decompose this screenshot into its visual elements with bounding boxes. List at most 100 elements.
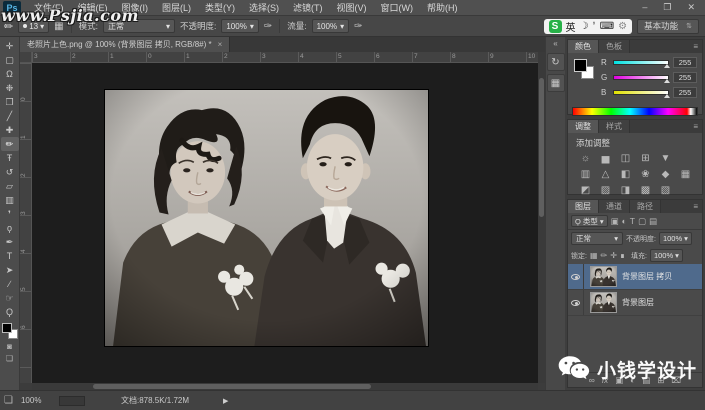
- layer-name[interactable]: 背景图层: [622, 297, 654, 308]
- panel-menu-icon[interactable]: ≡: [689, 200, 702, 213]
- threshold-icon[interactable]: ◨: [618, 184, 633, 197]
- tool-pen[interactable]: ✒: [1, 235, 19, 249]
- lock-pixels-icon[interactable]: ✏: [601, 251, 608, 260]
- tool-lasso[interactable]: Ω: [1, 67, 19, 81]
- tab-paths[interactable]: 路径: [630, 200, 661, 213]
- lock-all-icon[interactable]: ∎: [620, 251, 625, 260]
- menu-filter[interactable]: 滤镜(T): [286, 1, 330, 14]
- ime-language-toggle[interactable]: 英: [566, 19, 576, 34]
- black-white-icon[interactable]: ◧: [618, 168, 633, 181]
- red-slider[interactable]: [613, 60, 670, 68]
- mini-bridge-icon[interactable]: ❏: [4, 395, 13, 406]
- red-value[interactable]: 255: [673, 57, 697, 68]
- tool-move[interactable]: ✛: [1, 39, 19, 53]
- layer-thumbnail[interactable]: [590, 266, 617, 287]
- tab-styles[interactable]: 样式: [599, 120, 630, 133]
- panel-menu-icon[interactable]: ≡: [689, 120, 702, 133]
- menu-select[interactable]: 选择(S): [242, 1, 286, 14]
- color-spectrum-ramp[interactable]: [572, 107, 698, 116]
- green-value[interactable]: 255: [673, 72, 697, 83]
- channel-mixer-icon[interactable]: ◆: [658, 168, 673, 181]
- levels-icon[interactable]: ▅: [598, 152, 613, 165]
- scrollbar-thumb[interactable]: [92, 384, 372, 389]
- color-swatches[interactable]: [1, 323, 18, 339]
- vertical-scrollbar[interactable]: [538, 52, 545, 383]
- layer-row-background[interactable]: 背景图层: [568, 290, 702, 316]
- tool-spot-healing[interactable]: ✚: [1, 123, 19, 137]
- menu-layer[interactable]: 图层(L): [155, 1, 198, 14]
- panel-color-swatches[interactable]: [574, 59, 594, 79]
- color-balance-icon[interactable]: △: [598, 168, 613, 181]
- workspace-switcher[interactable]: 基本功能 ⇅: [637, 18, 699, 34]
- tool-gradient[interactable]: ▥: [1, 193, 19, 207]
- vibrance-icon[interactable]: ▼: [658, 152, 673, 165]
- minimize-button[interactable]: –: [642, 2, 647, 13]
- layer-name[interactable]: 背景图层 拷贝: [622, 271, 672, 282]
- layer-blend-mode-select[interactable]: 正常 ▾: [571, 232, 623, 245]
- foreground-color-swatch[interactable]: [574, 59, 587, 72]
- airbrush-icon[interactable]: ✑: [354, 21, 362, 32]
- curves-icon[interactable]: ◫: [618, 152, 633, 165]
- filter-pixel-layers-icon[interactable]: ▣: [611, 216, 619, 227]
- lock-position-icon[interactable]: ✛: [610, 251, 617, 260]
- menu-view[interactable]: 视图(V): [330, 1, 374, 14]
- quick-mask-button[interactable]: ◙: [7, 342, 12, 351]
- tool-quick-selection[interactable]: ❉: [1, 81, 19, 95]
- status-scrubber[interactable]: [58, 395, 85, 406]
- ime-punctuation-icon[interactable]: ❜: [592, 21, 595, 32]
- tool-rect-marquee[interactable]: ▢: [1, 53, 19, 67]
- exposure-icon[interactable]: ⊞: [638, 152, 653, 165]
- tab-color[interactable]: 颜色: [568, 40, 599, 53]
- maximize-button[interactable]: ❐: [663, 2, 671, 13]
- photo-filter-icon[interactable]: ❀: [638, 168, 653, 181]
- tool-dodge[interactable]: ϙ: [1, 221, 19, 235]
- color-lookup-icon[interactable]: ▦: [678, 168, 693, 181]
- tab-layers[interactable]: 图层: [568, 200, 599, 213]
- close-button[interactable]: ✕: [687, 2, 695, 13]
- tool-history-brush[interactable]: ↺: [1, 165, 19, 179]
- visibility-toggle[interactable]: [568, 290, 584, 315]
- panel-menu-icon[interactable]: ≡: [689, 40, 702, 53]
- layer-thumbnail[interactable]: [590, 292, 617, 313]
- ime-keyboard-icon[interactable]: ⌨: [600, 21, 614, 32]
- history-panel-button[interactable]: ↻: [546, 53, 565, 71]
- tab-adjustments[interactable]: 调整: [568, 120, 599, 133]
- tool-eyedropper[interactable]: ╱: [1, 109, 19, 123]
- tab-close-icon[interactable]: ×: [218, 40, 223, 49]
- tool-zoom[interactable]: Ϙ: [1, 305, 19, 319]
- status-menu-arrow-icon[interactable]: ▶: [223, 397, 228, 405]
- zoom-level-field[interactable]: 100%: [21, 396, 51, 405]
- gradient-map-icon[interactable]: ▩: [638, 184, 653, 197]
- ime-settings-icon[interactable]: ⚙: [618, 21, 627, 32]
- document-tab[interactable]: 老照片上色.png @ 100% (背景图层 拷贝, RGB/8#) * ×: [20, 37, 231, 52]
- tool-type[interactable]: T: [1, 249, 19, 263]
- filter-smart-object-icon[interactable]: ▤: [649, 216, 657, 227]
- tool-brush[interactable]: ✏: [0, 137, 19, 151]
- tool-hand[interactable]: ☞: [1, 291, 19, 305]
- tab-channels[interactable]: 通道: [599, 200, 630, 213]
- layer-fill-select[interactable]: 100% ▾: [649, 249, 683, 262]
- lock-transparent-icon[interactable]: ▦: [590, 251, 598, 260]
- menu-help[interactable]: 帮助(H): [420, 1, 465, 14]
- horizontal-scrollbar[interactable]: [32, 383, 538, 390]
- foreground-color-swatch[interactable]: [1, 323, 12, 333]
- selective-color-icon[interactable]: ▧: [658, 184, 673, 197]
- ruler-origin[interactable]: [20, 52, 32, 63]
- screen-mode-button[interactable]: ❏: [6, 354, 13, 363]
- flow-select[interactable]: 100% ▾: [311, 19, 350, 33]
- layer-filter-type-select[interactable]: Ϙ 类型 ▾: [571, 215, 608, 227]
- green-slider[interactable]: [613, 75, 670, 83]
- layer-row-background-copy[interactable]: 背景图层 拷贝: [568, 264, 702, 290]
- menu-type[interactable]: 类型(Y): [198, 1, 242, 14]
- tool-path-selection[interactable]: ➤: [1, 263, 19, 277]
- properties-panel-button[interactable]: ▦: [546, 74, 565, 92]
- filter-adjustment-layers-icon[interactable]: ◐: [622, 216, 627, 226]
- layer-opacity-select[interactable]: 100% ▾: [658, 232, 692, 245]
- canvas[interactable]: [32, 63, 538, 383]
- scrollbar-thumb[interactable]: [539, 78, 544, 218]
- sogou-ime-icon[interactable]: S: [548, 19, 562, 33]
- opacity-select[interactable]: 100% ▾: [221, 19, 259, 33]
- blue-value[interactable]: 255: [673, 87, 697, 98]
- photo-image[interactable]: [105, 90, 428, 346]
- expand-panels-icon[interactable]: «: [553, 37, 557, 50]
